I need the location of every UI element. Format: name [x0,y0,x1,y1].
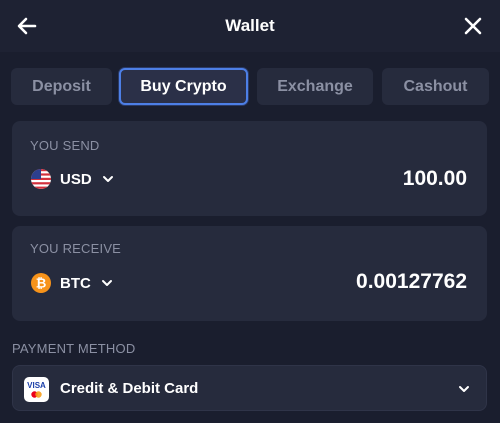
us-flag-icon [31,169,51,189]
svg-text:₿: ₿ [36,277,47,292]
wallet-tabs: Deposit Buy Crypto Exchange Cashout [11,68,489,105]
close-icon[interactable] [460,13,486,39]
tab-buy-crypto[interactable]: Buy Crypto [119,68,248,105]
payment-method-select[interactable]: VISA Credit & Debit Card [12,365,487,411]
payment-method-label: PAYMENT METHOD [12,341,136,356]
tab-deposit[interactable]: Deposit [11,68,112,105]
page-title: Wallet [225,16,275,35]
send-card: YOU SEND USD [12,121,487,216]
chevron-down-icon [102,176,113,182]
receive-amount-input[interactable] [245,269,469,295]
tab-label: Exchange [277,77,353,95]
tab-label: Cashout [403,77,468,95]
payment-method-value: Credit & Debit Card [60,380,199,397]
send-currency-code: USD [60,170,92,188]
chevron-down-icon [101,280,112,286]
tab-cashout[interactable]: Cashout [382,68,489,105]
receive-card: YOU RECEIVE ₿ BTC [12,226,487,321]
header-bar: Wallet [0,0,500,52]
tab-label: Buy Crypto [140,77,227,95]
send-currency-selector[interactable]: USD [30,168,114,190]
visa-badge-text: VISA [27,381,46,390]
receive-currency-selector[interactable]: ₿ BTC [30,272,113,294]
receive-label: YOU RECEIVE [30,241,122,256]
tab-label: Deposit [32,77,91,95]
bitcoin-icon: ₿ [31,273,51,293]
send-amount-input[interactable] [245,166,469,192]
tab-exchange[interactable]: Exchange [257,68,373,105]
receive-currency-code: BTC [60,274,91,292]
visa-mastercard-icon: VISA [24,377,49,402]
arrow-left-icon[interactable] [14,13,40,39]
send-label: YOU SEND [30,138,100,153]
chevron-down-icon [459,386,469,392]
